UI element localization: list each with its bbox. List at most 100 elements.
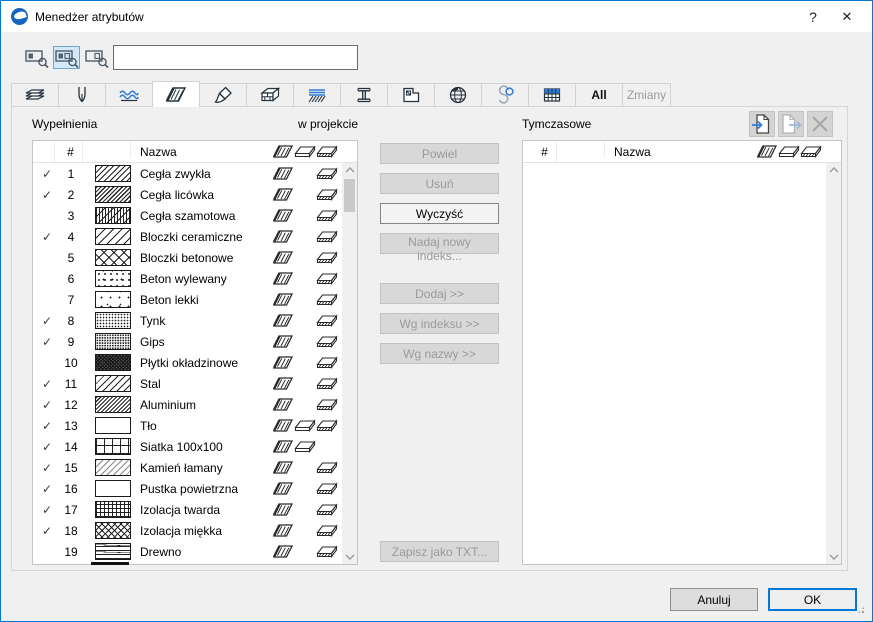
fill-row[interactable]: ✓ 8 Tynk (33, 310, 357, 331)
fill-row[interactable]: 3 Cegła szamotowa (33, 205, 357, 226)
fill-row[interactable]: 6 Beton wylewany (33, 268, 357, 289)
open-file-button[interactable] (749, 111, 775, 137)
row-icon-cut (316, 502, 338, 517)
row-swatch (95, 291, 131, 308)
temporary-list-scrollbar[interactable] (826, 163, 841, 564)
column-index: # (533, 141, 557, 162)
by-index-button[interactable]: Wg indeksu >> (380, 313, 499, 334)
row-icon-cut (316, 544, 338, 559)
cover-fill-icon (778, 144, 800, 159)
fill-row[interactable]: ✓ 14 Siatka 100x100 (33, 436, 357, 457)
clear-button[interactable]: Wyczyść (380, 203, 499, 224)
row-name: Bloczki betonowe (140, 250, 234, 265)
row-check: ✓ (41, 313, 53, 328)
row-name: Drewno (140, 544, 182, 559)
tab-all[interactable]: All (575, 83, 623, 107)
row-name: Gips (140, 334, 165, 349)
tab-zone-categories[interactable] (387, 83, 435, 107)
row-swatch (95, 165, 131, 182)
row-swatch (95, 270, 131, 287)
import-file-icon (750, 112, 774, 136)
row-check: ✓ (41, 460, 53, 475)
project-fills-list: # Nazwa ✓ 1 Cegła zwykła ✓ 2 Cegła liców… (32, 140, 358, 565)
fill-row[interactable]: 19 Drewno (33, 541, 357, 562)
row-check: ✓ (41, 334, 53, 349)
reindex-button[interactable]: Nadaj nowy indeks... (380, 233, 499, 263)
row-name: Izolacja miękka (140, 523, 223, 538)
save-txt-button[interactable]: Zapisz jako TXT... (380, 541, 499, 562)
scroll-down-icon[interactable] (342, 550, 357, 564)
scroll-up-icon[interactable] (342, 163, 357, 177)
tab-composites[interactable] (293, 83, 341, 107)
fill-row[interactable]: ✓ 17 Izolacja twarda (33, 499, 357, 520)
fill-row[interactable]: ✓ 2 Cegła licówka (33, 184, 357, 205)
help-button[interactable]: ? (796, 1, 830, 32)
ok-button[interactable]: OK (768, 588, 857, 611)
row-index: 11 (64, 376, 78, 391)
fill-row[interactable]: ✓ 16 Pustka powietrzna (33, 478, 357, 499)
fill-row[interactable]: ✓ 15 Kamień łamany (33, 457, 357, 478)
fill-row[interactable]: ✓ 4 Bloczki ceramiczne (33, 226, 357, 247)
fill-row[interactable]: 5 Bloczki betonowe (33, 247, 357, 268)
scrollbar-thumb[interactable] (344, 179, 355, 212)
tab-layers[interactable] (11, 83, 59, 107)
tab-operation-profiles[interactable] (528, 83, 576, 107)
row-swatch (95, 249, 131, 266)
find-left-icon (24, 47, 50, 69)
row-icon-drafting (272, 166, 294, 181)
scroll-up-icon[interactable] (826, 163, 841, 177)
row-icon-cut (316, 481, 338, 496)
fill-row[interactable]: 7 Beton lekki (33, 289, 357, 310)
delete-button[interactable]: Usuń (380, 173, 499, 194)
by-name-button[interactable]: Wg nazwy >> (380, 343, 499, 364)
tab-surfaces[interactable] (199, 83, 247, 107)
fill-row[interactable]: 10 Płytki okładzinowe (33, 352, 357, 373)
delete-x-icon (808, 112, 832, 136)
row-index: 7 (67, 292, 75, 307)
row-icon-cut (316, 523, 338, 538)
filter-left-panel-toggle[interactable] (23, 46, 50, 69)
drafting-fill-icon (756, 144, 778, 159)
fill-row[interactable]: ✓ 12 Aluminium (33, 394, 357, 415)
tab-fills[interactable] (152, 81, 200, 107)
row-swatch (95, 480, 131, 497)
cover-fill-icon (294, 144, 316, 159)
tab-building-materials[interactable] (246, 83, 294, 107)
globe-icon (447, 85, 469, 105)
row-icon-drafting (272, 544, 294, 559)
cancel-button[interactable]: Anuluj (670, 588, 758, 611)
tab-cities[interactable] (434, 83, 482, 107)
search-input[interactable] (113, 45, 358, 70)
project-list-scrollbar[interactable] (342, 163, 357, 564)
fill-row[interactable]: ✓ 18 Izolacja miękka (33, 520, 357, 541)
save-file-button[interactable] (778, 111, 804, 137)
row-icon-drafting (272, 439, 294, 454)
scroll-down-icon[interactable] (826, 550, 841, 564)
filter-right-panel-toggle[interactable] (83, 46, 110, 69)
tab-profiles[interactable] (340, 83, 388, 107)
fill-row[interactable]: ✓ 1 Cegła zwykła (33, 163, 357, 184)
tab-changes[interactable]: Zmiany (622, 83, 671, 107)
row-swatch (95, 396, 131, 413)
resize-grip[interactable] (856, 605, 866, 615)
line-types-icon (118, 85, 140, 105)
fill-row[interactable]: ✓ 13 Tło (33, 415, 357, 436)
row-swatch (95, 543, 131, 560)
tab-mep-systems[interactable] (481, 83, 529, 107)
find-right-icon (84, 47, 110, 69)
filter-both-panels-toggle[interactable] (53, 46, 80, 69)
row-icon-drafting (272, 334, 294, 349)
tab-line-types[interactable] (105, 83, 153, 107)
titlebar: Menedżer atrybutów ? ✕ (1, 1, 872, 32)
row-icon-cut (316, 229, 338, 244)
row-name: Beton lekki (140, 292, 199, 307)
close-button[interactable]: ✕ (830, 1, 864, 32)
remove-temporary-button[interactable] (807, 111, 833, 137)
row-icon-drafting (272, 397, 294, 412)
row-icon-cut (316, 460, 338, 475)
fill-row[interactable]: ✓ 11 Stal (33, 373, 357, 394)
add-button[interactable]: Dodaj >> (380, 283, 499, 304)
duplicate-button[interactable]: Powiel (380, 143, 499, 164)
tab-pens[interactable] (58, 83, 106, 107)
fill-row[interactable]: ✓ 9 Gips (33, 331, 357, 352)
